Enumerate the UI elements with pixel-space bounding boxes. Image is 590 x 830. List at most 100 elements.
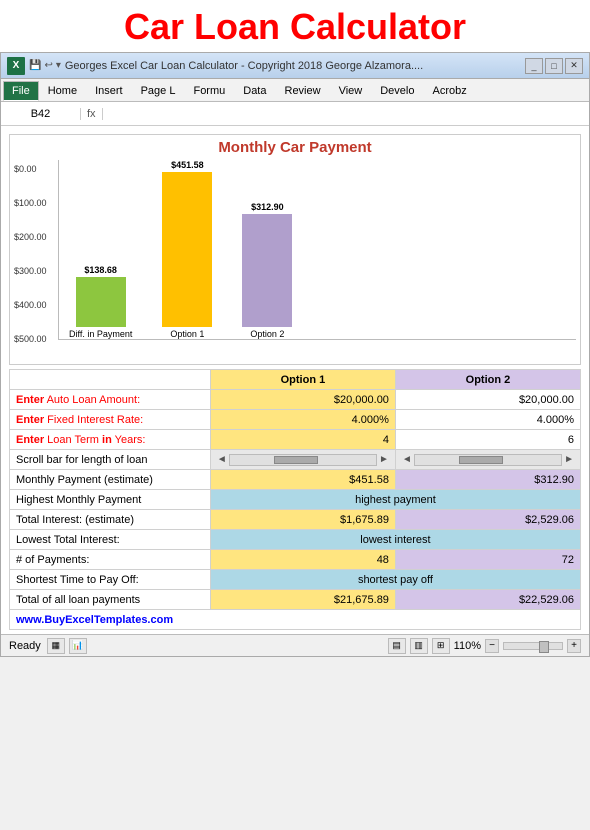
opt2-num-payments: 72 [395, 550, 580, 570]
scroll-track-opt2[interactable] [414, 454, 562, 466]
ribbon: File Home Insert Page L Formu Data Revie… [1, 79, 589, 102]
data-table: Option 1 Option 2 Enter Auto Loan Amount… [9, 369, 581, 630]
bar-opt2-rect [242, 214, 292, 327]
scroll-left-icon-2[interactable]: ◄ [402, 454, 412, 465]
title-bar-text: Georges Excel Car Loan Calculator - Copy… [65, 60, 423, 72]
scroll-right-icon[interactable]: ► [379, 454, 389, 465]
save-quick-btn[interactable]: 💾 [29, 60, 41, 71]
undo-quick-btn[interactable]: ↩ [44, 60, 52, 71]
table-row: Shortest Time to Pay Off: shortest pay o… [10, 570, 581, 590]
scroll-opt2[interactable]: ◄ ► [395, 450, 580, 470]
tab-acrobat[interactable]: Acrobz [423, 81, 475, 101]
normal-view-icon[interactable]: ▤ [388, 638, 406, 654]
header-opt1: Option 1 [210, 370, 395, 390]
page-break-icon[interactable]: ⊞ [432, 638, 450, 654]
opt1-monthly-payment: $451.58 [210, 470, 395, 490]
lowest-interest-value: lowest interest [210, 530, 580, 550]
scroll-right-icon-2[interactable]: ► [564, 454, 574, 465]
dropdown-quick-btn[interactable]: ▾ [56, 60, 61, 71]
table-row: Total Interest: (estimate) $1,675.89 $2,… [10, 510, 581, 530]
tab-review[interactable]: Review [276, 81, 330, 101]
zoom-level: 110% [454, 640, 481, 652]
opt1-num-payments: 48 [210, 550, 395, 570]
tab-pagelayout[interactable]: Page L [132, 81, 185, 101]
layout-view-icon[interactable]: ▥ [410, 638, 428, 654]
opt2-loan-amount[interactable]: $20,000.00 [395, 390, 580, 410]
header-opt2: Option 2 [395, 370, 580, 390]
opt1-interest-rate[interactable]: 4.000% [210, 410, 395, 430]
table-row: Enter Fixed Interest Rate: 4.000% 4.000% [10, 410, 581, 430]
tab-home[interactable]: Home [39, 81, 86, 101]
website-link[interactable]: www.BuyExcelTemplates.com [10, 610, 581, 630]
chart-area: Monthly Car Payment $500.00 $400.00 $300… [9, 134, 581, 365]
opt1-loan-term[interactable]: 4 [210, 430, 395, 450]
bar-diff-label: Diff. in Payment [69, 329, 132, 339]
opt2-total-interest: $2,529.06 [395, 510, 580, 530]
tab-data[interactable]: Data [234, 81, 275, 101]
bar-opt1-rect [162, 172, 212, 327]
label-interest-rate: Enter Fixed Interest Rate: [10, 410, 211, 430]
chart-bars-area: $138.68 Diff. in Payment $451.58 Option … [58, 160, 576, 340]
shortest-payoff-value: shortest pay off [210, 570, 580, 590]
fx-icon: fx [81, 108, 103, 120]
tab-formulas[interactable]: Formu [184, 81, 234, 101]
zoom-slider[interactable] [503, 642, 563, 650]
minimize-button[interactable]: _ [525, 58, 543, 74]
excel-icon: X [7, 57, 25, 75]
scroll-track-opt1[interactable] [229, 454, 377, 466]
bar-diff-rect [76, 277, 126, 327]
close-button[interactable]: ✕ [565, 58, 583, 74]
label-scrollbar: Scroll bar for length of loan [10, 450, 211, 470]
excel-window: X 💾 ↩ ▾ Georges Excel Car Loan Calculato… [0, 52, 590, 657]
table-row: Enter Auto Loan Amount: $20,000.00 $20,0… [10, 390, 581, 410]
ribbon-tabs: File Home Insert Page L Formu Data Revie… [1, 79, 589, 101]
status-icon-1[interactable]: ▦ [47, 638, 65, 654]
zoom-in-button[interactable]: + [567, 639, 581, 653]
table-row: Monthly Payment (estimate) $451.58 $312.… [10, 470, 581, 490]
tab-file[interactable]: File [3, 81, 39, 101]
status-ready: Ready [9, 640, 41, 652]
table-row: Total of all loan payments $21,675.89 $2… [10, 590, 581, 610]
chart-title: Monthly Car Payment [14, 139, 576, 156]
table-row: # of Payments: 48 72 [10, 550, 581, 570]
formula-bar: B42 fx [1, 102, 589, 126]
status-icon-2[interactable]: 📊 [69, 638, 87, 654]
opt2-interest-rate[interactable]: 4.000% [395, 410, 580, 430]
y-axis-label: $0.00 [14, 164, 54, 174]
bar-opt2: $312.90 Option 2 [242, 160, 292, 339]
opt2-total-payments: $22,529.06 [395, 590, 580, 610]
view-icons: ▤ ▥ ⊞ [388, 638, 450, 654]
table-row: Highest Monthly Payment highest payment [10, 490, 581, 510]
opt1-total-interest: $1,675.89 [210, 510, 395, 530]
opt1-loan-amount[interactable]: $20,000.00 [210, 390, 395, 410]
label-total-payments: Total of all loan payments [10, 590, 211, 610]
tab-insert[interactable]: Insert [86, 81, 132, 101]
scroll-left-icon[interactable]: ◄ [217, 454, 227, 465]
table-row: www.BuyExcelTemplates.com [10, 610, 581, 630]
opt2-loan-term[interactable]: 6 [395, 430, 580, 450]
tab-developer[interactable]: Develo [371, 81, 423, 101]
title-bar-left: X 💾 ↩ ▾ Georges Excel Car Loan Calculato… [7, 57, 423, 75]
page-title: Car Loan Calculator [0, 0, 590, 52]
tab-view[interactable]: View [330, 81, 372, 101]
bar-opt1-value: $451.58 [171, 160, 204, 170]
opt2-monthly-payment: $312.90 [395, 470, 580, 490]
label-total-interest: Total Interest: (estimate) [10, 510, 211, 530]
label-num-payments: # of Payments: [10, 550, 211, 570]
y-axis-label: $200.00 [14, 232, 54, 242]
maximize-button[interactable]: □ [545, 58, 563, 74]
chart-y-axis: $500.00 $400.00 $300.00 $200.00 $100.00 … [14, 164, 58, 344]
header-row: Option 1 Option 2 [10, 370, 581, 390]
y-axis-label: $500.00 [14, 334, 54, 344]
label-monthly-payment: Monthly Payment (estimate) [10, 470, 211, 490]
label-shortest-payoff: Shortest Time to Pay Off: [10, 570, 211, 590]
zoom-out-button[interactable]: − [485, 639, 499, 653]
bar-opt1: $451.58 Option 1 [162, 160, 212, 339]
y-axis-label: $100.00 [14, 198, 54, 208]
bar-opt2-value: $312.90 [251, 202, 284, 212]
label-lowest-interest: Lowest Total Interest: [10, 530, 211, 550]
y-axis-label: $300.00 [14, 266, 54, 276]
scroll-opt1[interactable]: ◄ ► [210, 450, 395, 470]
cell-reference[interactable]: B42 [1, 108, 81, 120]
table-row: Lowest Total Interest: lowest interest [10, 530, 581, 550]
